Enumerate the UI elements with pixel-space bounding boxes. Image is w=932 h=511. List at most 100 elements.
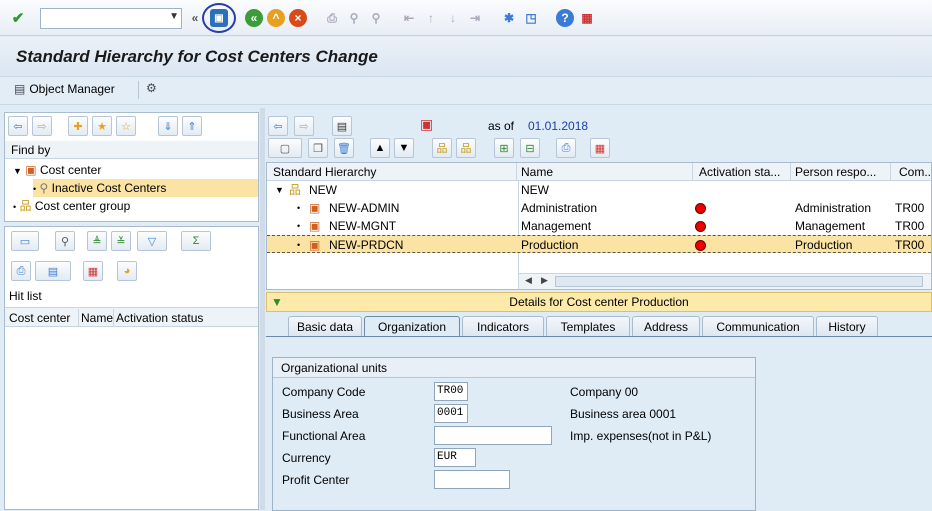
insert-node-icon[interactable]: 品 [456, 138, 476, 158]
find-next-icon[interactable]: ⚲ [367, 9, 385, 27]
tab-history[interactable]: History [816, 316, 878, 336]
customize-layout-icon[interactable]: ▦ [578, 9, 596, 27]
tab-communication[interactable]: Communication [702, 316, 814, 336]
scroll-left-icon[interactable]: ◀ [525, 275, 532, 286]
save-icon[interactable]: ▣ [210, 9, 228, 27]
name-cell: NEW [521, 183, 549, 197]
object-manager-icon: ▤ [14, 82, 26, 96]
company-cell: TR00 [895, 201, 925, 215]
arrow-right-icon[interactable]: ⇨ [294, 116, 314, 136]
profit-center-input[interactable] [434, 470, 510, 489]
table-row[interactable]: • ▣ NEW-MGNT Management Management TR00 [267, 217, 931, 235]
sort-descending-icon[interactable]: ≚ [111, 231, 131, 251]
move-up-icon[interactable]: ▲ [370, 138, 390, 158]
tab-organization[interactable]: Organization [364, 316, 460, 336]
column-header[interactable]: Activation status [115, 309, 235, 327]
tab-templates[interactable]: Templates [546, 316, 630, 336]
hierarchy-toolbar: ⇦ ⇨ ▤ ▣ as of 01.01.2018 ▢ ❐ 🗑 ▲ ▼ 品 品 ⊞… [266, 112, 932, 162]
company-cell: TR00 [895, 219, 925, 233]
expand-icon[interactable]: ⊞ [494, 138, 514, 158]
company-code-input[interactable]: TR00 [434, 382, 468, 401]
filter-icon[interactable]: ▼ [271, 293, 283, 311]
insert-group-icon[interactable]: 品 [432, 138, 452, 158]
table-row-selected[interactable]: • ▣ NEW-PRDCN Production Production TR00 [267, 235, 931, 253]
layout-icon[interactable]: ▦ [83, 261, 103, 281]
prev-page-icon[interactable]: ↑ [422, 9, 440, 27]
create-icon[interactable]: ▢ [268, 138, 302, 158]
arrow-left-icon[interactable]: ⇦ [8, 116, 28, 136]
layout-icon[interactable]: ▦ [590, 138, 610, 158]
vertical-splitter[interactable] [260, 108, 265, 510]
hierarchy-icon: 品 [19, 199, 32, 213]
table-row[interactable]: ▼ 品 NEW NEW [267, 181, 931, 199]
arrow-left-icon[interactable]: ⇦ [268, 116, 288, 136]
hit-list-panel: ▭ ⚲ ≜ ≚ ▽ Σ ⎙ ▤ ▦ ◕ Hit list Cost center… [4, 226, 259, 510]
calendar-icon[interactable]: ▣ [420, 116, 440, 136]
graphic-icon[interactable]: ◕ [117, 261, 137, 281]
print-icon[interactable]: ⎙ [323, 9, 341, 27]
exit-icon[interactable]: ^ [267, 9, 285, 27]
tab-basic-data[interactable]: Basic data [288, 316, 362, 336]
caret-down-icon[interactable]: ▼ [275, 181, 284, 199]
add-favorite-icon[interactable]: ✚ [68, 116, 88, 136]
tab-indicators[interactable]: Indicators [462, 316, 544, 336]
first-page-icon[interactable]: ⇤ [400, 9, 418, 27]
details-icon[interactable]: ▭ [11, 231, 39, 251]
favorite-icon[interactable]: ★ [92, 116, 112, 136]
print-icon[interactable]: ⎙ [556, 138, 576, 158]
column-header[interactable]: Name [521, 163, 693, 181]
column-header[interactable]: Com... [899, 163, 932, 181]
column-header[interactable]: Person respo... [795, 163, 891, 181]
column-header[interactable]: Activation sta... [699, 163, 791, 181]
collapse-all-icon[interactable]: ⇑ [182, 116, 202, 136]
business-area-input[interactable]: 0001 [434, 404, 468, 423]
chevron-down-icon[interactable]: ▼ [169, 11, 179, 22]
list-icon[interactable]: ▤ [332, 116, 352, 136]
scroll-right-icon[interactable]: ▶ [541, 275, 548, 286]
scrollbar-thumb[interactable] [555, 276, 923, 287]
zoom-icon[interactable]: ⚲ [55, 231, 75, 251]
export-icon[interactable]: ▤ [35, 261, 71, 281]
copy-icon[interactable]: ❐ [308, 138, 328, 158]
filter-icon[interactable]: ▽ [137, 231, 167, 251]
object-manager-button[interactable]: ▤ Object Manager [14, 82, 115, 96]
back-icon[interactable]: « [245, 9, 263, 27]
remove-favorite-icon[interactable]: ☆ [116, 116, 136, 136]
table-row[interactable]: • ▣ NEW-ADMIN Administration Administrat… [267, 199, 931, 217]
column-header[interactable]: Standard Hierarchy [273, 163, 517, 181]
horizontal-scrollbar[interactable]: ◀ ▶ [519, 273, 931, 289]
functional-area-input[interactable] [434, 426, 552, 445]
column-header[interactable]: Name [80, 309, 114, 327]
sort-ascending-icon[interactable]: ≜ [87, 231, 107, 251]
tab-address[interactable]: Address [632, 316, 700, 336]
sum-icon[interactable]: Σ [181, 231, 211, 251]
arrow-right-icon[interactable]: ⇨ [32, 116, 52, 136]
cost-center-icon: ▣ [309, 238, 321, 252]
bullet-icon: • [33, 184, 37, 194]
as-of-date[interactable]: 01.01.2018 [528, 119, 588, 133]
collapse-icon[interactable]: ⊟ [520, 138, 540, 158]
settings-icon[interactable]: ⚙ [146, 81, 157, 95]
cancel-icon[interactable]: × [289, 9, 307, 27]
check-icon[interactable]: ✔ [9, 9, 27, 27]
move-down-icon[interactable]: ▼ [394, 138, 414, 158]
application-toolbar: ▤ Object Manager ⚙ [0, 77, 932, 105]
expand-all-icon[interactable]: ⇓ [158, 116, 178, 136]
tree-item-cost-center-group[interactable]: • 品 Cost center group [13, 197, 130, 215]
command-field[interactable]: ▼ [40, 8, 182, 29]
node-label: NEW-PRDCN [329, 238, 404, 252]
new-session-icon[interactable]: ✱ [500, 9, 518, 27]
last-page-icon[interactable]: ⇥ [466, 9, 484, 27]
print-preview-icon[interactable]: ⎙ [11, 261, 31, 281]
column-header[interactable]: Cost center [9, 309, 79, 327]
help-icon[interactable]: ? [556, 9, 574, 27]
tree-item-cost-center[interactable]: ▼ ▣ Cost center [13, 161, 101, 179]
bullet-icon: • [297, 240, 301, 250]
delete-icon[interactable]: 🗑 [334, 138, 354, 158]
find-icon[interactable]: ⚲ [345, 9, 363, 27]
tree-item-inactive-cost-centers[interactable]: • ⚲ Inactive Cost Centers [33, 179, 258, 197]
shortcut-icon[interactable]: ◳ [522, 9, 540, 27]
next-page-icon[interactable]: ↓ [444, 9, 462, 27]
field-label: Functional Area [282, 429, 366, 443]
currency-input[interactable]: EUR [434, 448, 476, 467]
